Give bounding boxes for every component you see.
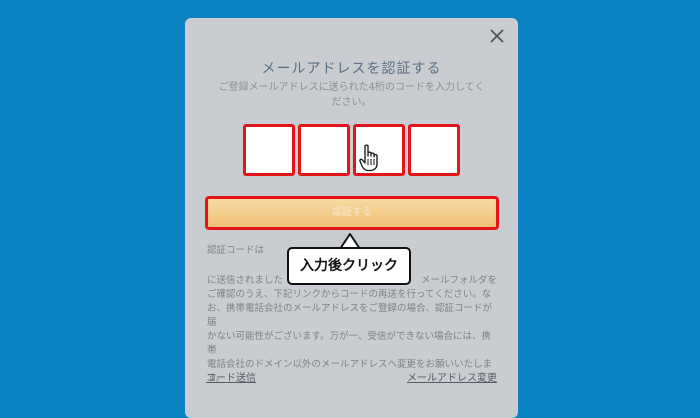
close-button[interactable] [488,27,506,45]
info-line-3: お、携帯電話会社のメールアドレスをご登録の場合、認証コードが届 [207,303,493,328]
change-email-link[interactable]: メールアドレス変更 [407,369,497,384]
modal-title: メールアドレスを認証する [261,61,442,77]
info-line-4: かない可能性がございます。万が一、受信ができない場合には、携帯 [207,331,492,356]
hand-pointer-icon [359,144,378,172]
description-line-1: ご登録メールアドレスに送られた4桁のコードを入力してく [218,82,485,93]
instruction-callout: 入力後クリック [287,247,411,285]
code-input-4[interactable] [408,124,460,176]
code-input-1[interactable] [243,124,295,176]
verification-modal: メールアドレスを認証する ご登録メールアドレスに送られた4桁のコードを入力してく… [185,18,518,418]
resend-code-link[interactable]: コード送信 [206,369,256,384]
info-line-1-left: に送信されました [207,275,284,286]
info-line-2: ご確認のうえ、下記リンクからコードの再送を行ってください。な [207,289,492,300]
close-icon [490,29,504,43]
info-line-1-right: メールフォルダを [421,275,498,286]
description-line-2: ださい。 [331,97,372,108]
modal-description: ご登録メールアドレスに送られた4桁のコードを入力してく ださい。 [207,80,496,110]
verify-button[interactable]: 認証する [205,196,499,230]
code-input-2[interactable] [298,124,350,176]
